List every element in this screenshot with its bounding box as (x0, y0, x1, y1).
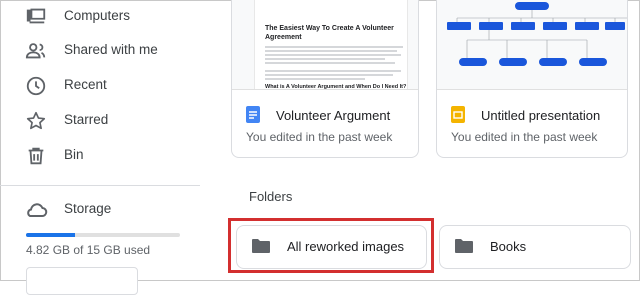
document-preview: The Easiest Way To Create A Volunteer Ag… (254, 0, 408, 89)
preview-text-line (265, 58, 385, 60)
get-more-storage-button[interactable] (26, 267, 138, 295)
computers-icon (26, 8, 46, 24)
file-card-volunteer-argument[interactable]: The Easiest Way To Create A Volunteer Ag… (231, 0, 419, 158)
file-name: Volunteer Argument (276, 108, 391, 123)
file-thumbnail (437, 0, 627, 90)
preview-text-line (265, 62, 395, 64)
preview-text-line (265, 70, 401, 72)
sidebar-item-shared[interactable]: Shared with me (0, 34, 200, 68)
folder-name: Books (490, 239, 527, 254)
preview-title: The Easiest Way To Create A Volunteer Ag… (265, 25, 394, 41)
sidebar-item-label: Computers (64, 8, 131, 23)
sidebar-item-starred[interactable]: Starred (0, 104, 200, 138)
folders-heading: Folders (249, 189, 293, 204)
sidebar-item-computers[interactable]: Computers (0, 0, 200, 34)
shared-icon (25, 43, 46, 59)
sidebar-item-recent[interactable]: Recent (0, 69, 200, 103)
highlight-box (228, 218, 434, 273)
folder-books[interactable]: Books (439, 225, 631, 269)
file-card-untitled-presentation[interactable]: Untitled presentation You edited in the … (436, 0, 628, 158)
cloud-icon (27, 203, 48, 217)
folder-icon (455, 239, 473, 253)
sidebar: Computers Shared with me Recent Starred … (0, 0, 200, 295)
sidebar-divider (0, 185, 200, 186)
star-icon (26, 111, 46, 130)
file-meta: You edited in the past week (451, 130, 598, 144)
storage-progress-bar (26, 233, 180, 237)
file-meta: You edited in the past week (246, 130, 393, 144)
storage-label[interactable]: Storage (64, 201, 111, 216)
storage-progress-fill (26, 233, 76, 237)
trash-icon (28, 147, 44, 165)
preview-text-line (265, 78, 365, 80)
sidebar-item-label: Recent (64, 77, 107, 92)
preview-subheading: What is A Volunteer Argument and When Do… (265, 84, 407, 90)
docs-icon (246, 106, 260, 123)
file-name: Untitled presentation (481, 108, 601, 123)
storage-usage-text: 4.82 GB of 15 GB used (26, 243, 151, 257)
clock-icon (26, 76, 46, 96)
sidebar-item-label: Bin (64, 147, 84, 162)
preview-text-line (265, 54, 401, 56)
sidebar-item-bin[interactable]: Bin (0, 139, 200, 173)
slides-icon (451, 106, 465, 123)
diagram-preview (447, 2, 627, 66)
sidebar-item-label: Shared with me (64, 42, 158, 57)
file-thumbnail: The Easiest Way To Create A Volunteer Ag… (232, 0, 418, 90)
preview-text-line (265, 50, 397, 52)
preview-text-line (265, 74, 393, 76)
preview-text-line (265, 46, 403, 48)
sidebar-item-label: Starred (64, 112, 109, 127)
